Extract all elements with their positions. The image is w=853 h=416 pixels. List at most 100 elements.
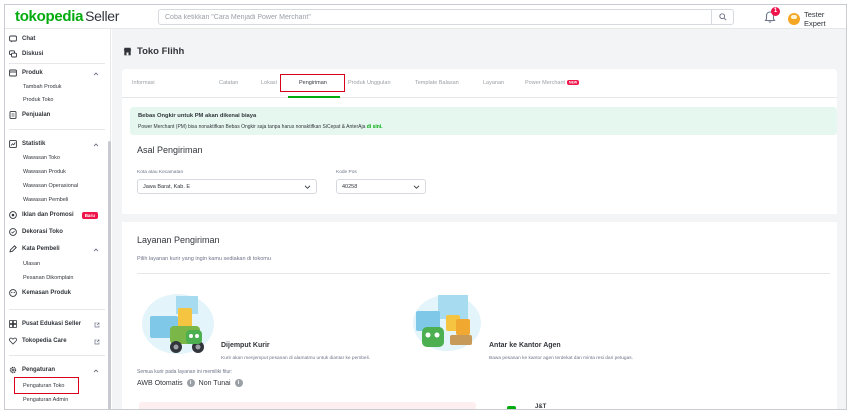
sidebar-label: Penjualan [22, 112, 51, 118]
courier-checkbox[interactable] [507, 406, 516, 409]
decoration-icon [9, 228, 17, 236]
sidebar-item-pengaturan[interactable]: Pengaturan [9, 364, 55, 376]
chart-icon [9, 140, 17, 148]
chevron-down-icon [413, 185, 420, 189]
sidebar-subitem-wawasan-pembeli[interactable]: Wawasan Pembeli [23, 195, 68, 205]
dropoff-desc: Bawa pesanan ke kantor agen terdekat dan… [489, 356, 633, 361]
sidebar-item-kemasan[interactable]: Kemasan Produk [9, 287, 71, 299]
sidebar-label: Produk [22, 70, 43, 76]
external-link-icon [94, 322, 100, 328]
divider [137, 273, 830, 274]
discussion-icon [9, 50, 17, 58]
sidebar-label: Tokopedia Care [22, 338, 67, 344]
logo-main-text: tokopedia [15, 8, 84, 25]
layanan-pengiriman-title: Layanan Pengiriman [137, 235, 220, 245]
pickup-desc: Kurir akan menjemput pesanan di alamatmu… [221, 356, 371, 361]
banner-body: Power Merchant (PM) bisa nonaktifkan Beb… [138, 124, 366, 130]
search-icon [718, 13, 727, 21]
sidebar-item-chat[interactable]: Chat [9, 33, 35, 45]
info-icon[interactable]: i [234, 379, 243, 387]
chevron-down-icon [304, 185, 311, 189]
sidebar-item-kata-pembeli[interactable]: Kata Pembeli [9, 243, 60, 255]
new-badge: NEW [567, 80, 580, 86]
logo-sub-text: Seller [85, 8, 120, 24]
sidebar-subitem-wawasan-produk[interactable]: Wawasan Produk [23, 167, 66, 177]
sidebar-item-produk[interactable]: Produk [9, 67, 43, 79]
layanan-desc: Pilih layanan kurir yang ingin kamu sedi… [137, 256, 271, 262]
sidebar-scrollbar[interactable] [108, 141, 111, 409]
user-menu[interactable]: Tester Expert [788, 10, 846, 28]
kota-value: Jawa Barat, Kab. E [143, 184, 191, 190]
feature-non-tunai: Non Tunai [198, 379, 231, 387]
kodepos-select[interactable]: 40258 [336, 179, 426, 194]
info-icon[interactable]: i [186, 379, 195, 387]
browser-frame: tokopediaSeller 1 Tester Expert Chat Dis… [4, 4, 847, 410]
promo-icon [9, 211, 17, 219]
chat-icon [9, 35, 17, 43]
sidebar-subitem-wawasan-toko[interactable]: Wawasan Toko [23, 153, 60, 163]
sidebar-divider [9, 63, 105, 64]
receipt-icon [9, 111, 17, 119]
highlight-box-pengiriman-tab [280, 74, 345, 92]
chevron-up-icon[interactable] [93, 247, 99, 253]
box-icon [9, 69, 17, 77]
feature-awb-otomatis: AWB Otomatis [137, 379, 183, 387]
page-title-text: Toko Flihh [137, 46, 185, 57]
tab-catatan[interactable]: Catatan [219, 80, 238, 86]
sidebar-divider [9, 355, 105, 356]
kota-select[interactable]: Jawa Barat, Kab. E [137, 179, 317, 194]
banner-title: Bebas Ongkir untuk PM akan dikenai biaya [138, 113, 257, 119]
sidebar-subitem-wawasan-operasional[interactable]: Wawasan Operasional [23, 181, 78, 191]
search-input[interactable] [165, 10, 705, 24]
info-banner: Bebas Ongkir untuk PM akan dikenai biaya… [130, 107, 837, 135]
search-box [158, 9, 734, 25]
sidebar-label: Chat [22, 36, 36, 42]
sidebar-subitem-pesanan-dikomplain[interactable]: Pesanan Dikomplain [23, 273, 73, 283]
tab-power-merchant[interactable]: Power Merchant NEW [525, 80, 580, 86]
sidebar-label: Iklan dan Promosi [22, 212, 74, 218]
sidebar-subitem-ulasan[interactable]: Ulasan [23, 259, 40, 269]
sidebar-subitem-tambah-produk[interactable]: Tambah Produk [23, 82, 62, 92]
tab-lokasi[interactable]: Lokasi [261, 80, 277, 86]
sidebar-label: Statistik [22, 141, 46, 147]
package-icon [9, 289, 17, 297]
courier-name: J&T [535, 404, 547, 410]
sidebar-item-tokopedia-care[interactable]: Tokopedia Care [9, 335, 67, 347]
section-separator [122, 214, 837, 222]
tab-template-balasan[interactable]: Template Balasan [415, 80, 459, 86]
page-title: Toko Flihh [123, 46, 184, 57]
active-tab-indicator [288, 96, 340, 98]
sidebar-item-pusat-edukasi[interactable]: Pusat Edukasi Seller [9, 318, 81, 330]
banner-link[interactable]: di sini. [367, 124, 383, 130]
settings-card: Informasi Catatan Lokasi Pengiriman Prod… [122, 69, 837, 410]
tab-layanan[interactable]: Layanan [483, 80, 504, 86]
chevron-up-icon[interactable] [93, 142, 99, 148]
sidebar-label: Kata Pembeli [22, 246, 60, 252]
sidebar-subitem-produk-toko[interactable]: Produk Toko [23, 95, 53, 105]
external-link-icon [94, 339, 100, 345]
search-button[interactable] [711, 9, 733, 25]
sidebar-item-dekorasi[interactable]: Dekorasi Toko [9, 226, 63, 238]
user-name: Tester Expert [803, 10, 826, 28]
chevron-up-icon[interactable] [93, 71, 99, 77]
gear-icon [9, 366, 17, 374]
sidebar-label: Pusat Edukasi Seller [22, 321, 82, 327]
sidebar-label: Kemasan Produk [22, 290, 72, 296]
tab-informasi[interactable]: Informasi [132, 80, 155, 86]
chevron-up-icon[interactable] [93, 368, 99, 374]
tab-bar: Informasi Catatan Lokasi Pengiriman Prod… [122, 69, 837, 98]
kodepos-value: 40258 [342, 184, 358, 190]
sidebar-item-iklan[interactable]: Iklan dan Promosi Baru [9, 209, 98, 221]
education-icon [9, 320, 17, 328]
tokopedia-seller-logo[interactable]: tokopedia Seller [15, 8, 119, 25]
sidebar-item-penjualan[interactable]: Penjualan [9, 109, 50, 121]
tab-produk-unggulan[interactable]: Produk Unggulan [348, 80, 391, 86]
sidebar-item-diskusi[interactable]: Diskusi [9, 48, 43, 60]
sidebar-item-statistik[interactable]: Statistik [9, 138, 45, 150]
sidebar: Chat Diskusi Produk Tambah Produk Produk… [5, 29, 111, 409]
review-icon [9, 245, 17, 253]
sidebar-subitem-pengaturan-admin[interactable]: Pengaturan Admin [23, 395, 68, 405]
sidebar-divider [9, 309, 105, 310]
care-icon [9, 337, 17, 345]
sidebar-label: Dekorasi Toko [22, 229, 63, 235]
